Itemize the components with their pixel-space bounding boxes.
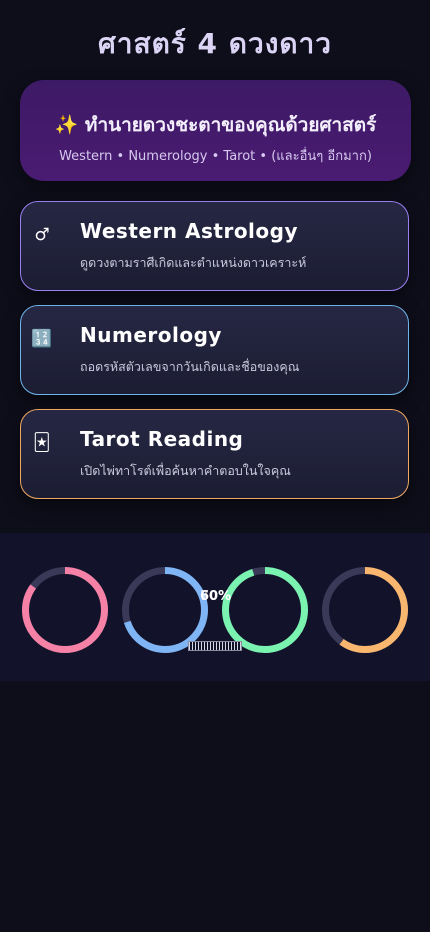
card-title: Tarot Reading [80, 427, 244, 451]
pink-ring [22, 567, 108, 653]
mars-icon: ♂ [34, 225, 50, 245]
ring-percent-label-overlap: 70% [200, 589, 232, 604]
card-description: เปิดไพ่ทาโรต์เพื่อค้นหาคำตอบในใจคุณ [80, 463, 291, 478]
hero-subtitle: Western • Numerology • Tarot • (และอื่นๆ… [59, 149, 372, 164]
pink-ring-svg [22, 567, 108, 653]
progress-strip [188, 641, 242, 651]
hero-banner[interactable]: ✨ ทำนายดวงชะตาของคุณด้วยศาสตร์ Western •… [20, 80, 411, 181]
card-numerology[interactable]: 🔢 Numerology ถอดรหัสตัวเลขจากวันเกิดและช… [20, 305, 409, 395]
orange-ring [322, 567, 408, 653]
card-title: Numerology [80, 323, 222, 347]
card-western-astrology[interactable]: ♂ Western Astrology ดูดวงตามราศีเกิดและต… [20, 201, 409, 291]
number-icon: 🔢 [31, 329, 53, 349]
card-description: ดูดวงตามราศีเกิดและตำแหน่งดาวเคราะห์ [80, 255, 307, 270]
page-title: ศาสตร์ 4 ดวงดาว [98, 27, 332, 60]
orange-ring-svg [322, 567, 408, 653]
card-description: ถอดรหัสตัวเลขจากวันเกิดและชื่อของคุณ [80, 359, 300, 374]
green-ring-arc [222, 567, 308, 653]
tarot-card-icon: 🃏 [33, 433, 51, 453]
progress-rings-section: 60% 70% [0, 533, 430, 681]
card-title: Western Astrology [80, 219, 299, 243]
card-tarot-reading[interactable]: 🃏 Tarot Reading เปิดไพ่ทาโรต์เพื่อค้นหาค… [20, 409, 409, 499]
hero-title: ✨ ทำนายดวงชะตาของคุณด้วยศาสตร์ [54, 114, 377, 136]
